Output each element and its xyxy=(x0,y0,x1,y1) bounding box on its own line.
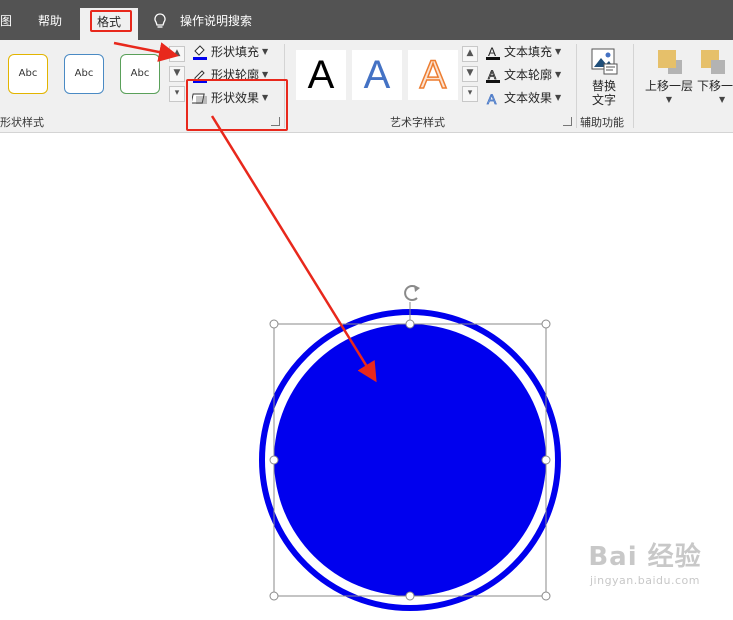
shape-styles-group-label: 形状样式 xyxy=(0,116,44,129)
shape-style-preset-2[interactable]: Abc xyxy=(64,54,104,94)
chevron-down-icon: ▼ xyxy=(665,95,673,104)
wordart-preset-3[interactable]: A xyxy=(408,50,458,100)
gallery-scroll-down-icon[interactable]: ▼ xyxy=(169,66,185,82)
group-divider xyxy=(576,44,577,128)
wordart-preset-1[interactable]: A xyxy=(296,50,346,100)
send-backward-label: 下移一 xyxy=(697,79,733,93)
paint-bucket-icon xyxy=(193,45,207,60)
chevron-down-icon: ▼ xyxy=(555,70,562,79)
text-outline-button[interactable]: A 文本轮廓 ▼ xyxy=(485,65,561,85)
shape-fill-button[interactable]: 形状填充 ▼ xyxy=(192,42,268,62)
dialog-launcher-icon[interactable] xyxy=(563,117,572,126)
send-backward-icon xyxy=(701,50,725,74)
text-fill-icon: A xyxy=(486,45,500,60)
watermark-url: jingyan.baidu.com xyxy=(589,574,700,587)
format-tab-highlight xyxy=(90,10,132,32)
send-backward-button[interactable]: 下移一 ▼ xyxy=(697,46,733,107)
text-fill-button[interactable]: A 文本填充 ▼ xyxy=(485,42,561,62)
watermark-logo-text: Bai 经验 xyxy=(588,542,702,572)
chevron-down-icon: ▼ xyxy=(555,47,562,56)
svg-text:A: A xyxy=(487,91,497,106)
wordart-group-label: 艺术字样式 xyxy=(390,116,445,129)
text-effects-icon: A xyxy=(487,91,498,106)
text-outline-icon: A xyxy=(486,68,500,83)
svg-text:A: A xyxy=(488,45,496,59)
text-effects-label: 文本效果 xyxy=(504,91,553,105)
lightbulb-icon[interactable] xyxy=(152,12,168,32)
svg-text:A: A xyxy=(488,68,496,82)
chevron-down-icon: ▼ xyxy=(262,47,269,56)
wordart-scroll-down-icon[interactable]: ▼ xyxy=(462,66,478,82)
gallery-more-icon[interactable]: ▾ xyxy=(169,86,185,102)
gallery-scroll-up-icon[interactable]: ▲ xyxy=(169,46,185,62)
accessibility-group-label: 辅助功能 xyxy=(580,116,624,129)
alt-text-label-2: 文字 xyxy=(591,93,616,107)
text-fill-label: 文本填充 xyxy=(504,45,553,59)
shape-fill-label: 形状填充 xyxy=(211,45,260,59)
shape-fill-outline-highlight xyxy=(186,79,288,131)
ribbon-tab-bar: 图 帮助 格式 操作说明搜索 xyxy=(0,0,733,40)
wordart-preset-2[interactable]: A xyxy=(352,50,402,100)
ribbon: Abc Abc Abc ▲ ▼ ▾ 形状填充 ▼ 形状轮廓 ▼ 形状效果 ▼ 形… xyxy=(0,40,733,133)
wordart-more-icon[interactable]: ▾ xyxy=(462,86,478,102)
tab-view[interactable]: 图 xyxy=(0,0,12,40)
tell-me-search[interactable]: 操作说明搜索 xyxy=(180,0,252,40)
chevron-down-icon: ▼ xyxy=(555,93,562,102)
alt-text-button[interactable]: 替换 文字 xyxy=(584,46,624,107)
wordart-scroll-up-icon[interactable]: ▲ xyxy=(462,46,478,62)
text-outline-label: 文本轮廓 xyxy=(504,68,553,82)
shape-style-preset-3[interactable]: Abc xyxy=(120,54,160,94)
bring-forward-icon xyxy=(658,50,682,74)
tab-help[interactable]: 帮助 xyxy=(38,0,62,40)
group-divider xyxy=(633,44,634,128)
chevron-down-icon: ▼ xyxy=(719,95,726,104)
alt-text-icon xyxy=(591,48,618,75)
bring-forward-label: 上移一层 xyxy=(644,79,693,93)
text-effects-button[interactable]: A 文本效果 ▼ xyxy=(485,88,562,108)
shape-style-preset-1[interactable]: Abc xyxy=(8,54,48,94)
alt-text-label-1: 替换 xyxy=(591,79,616,93)
watermark: Bai 经验 jingyan.baidu.com xyxy=(560,540,730,606)
bring-forward-button[interactable]: 上移一层 ▼ xyxy=(640,46,698,107)
